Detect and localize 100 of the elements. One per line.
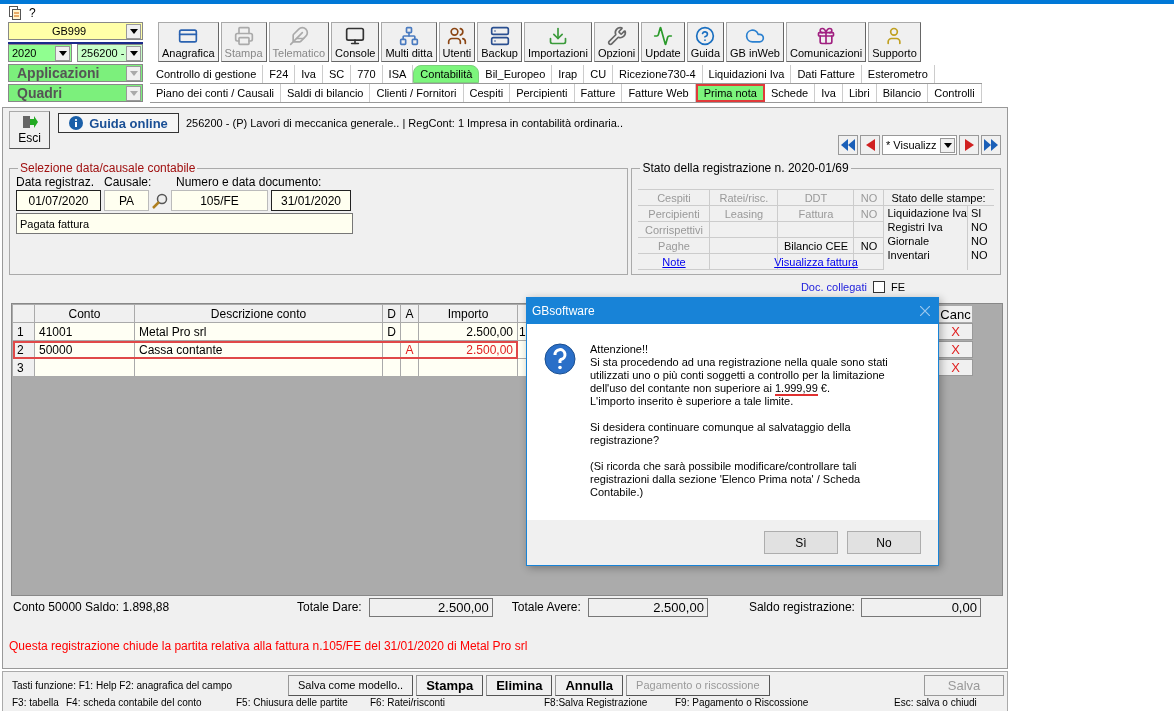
print-label: Liquidazione Iva bbox=[886, 207, 967, 219]
toolbar-button[interactable]: GB inWeb bbox=[726, 22, 784, 62]
firm-combo[interactable]: 256200 - bbox=[77, 44, 143, 62]
status-cell: Percipienti bbox=[638, 206, 711, 222]
delete-row-button[interactable]: X bbox=[938, 323, 973, 340]
table-cell bbox=[401, 323, 419, 341]
total-avere-field: 2.500,00 bbox=[587, 597, 708, 617]
module-tab[interactable]: Controllo di gestione bbox=[150, 65, 264, 83]
section-tab[interactable]: Bilancio bbox=[876, 84, 929, 102]
delete-row-button[interactable]: X bbox=[938, 359, 973, 376]
toolbar-button[interactable]: Opzioni bbox=[593, 22, 640, 62]
module-tab[interactable]: Iva bbox=[295, 65, 323, 83]
wrench-icon bbox=[606, 26, 627, 46]
help-menu[interactable]: ? bbox=[29, 6, 36, 20]
action-button[interactable]: Salva come modello.. bbox=[288, 674, 414, 696]
module-tab[interactable]: CU bbox=[584, 65, 614, 83]
module-tab[interactable]: Irap bbox=[552, 65, 585, 83]
status-link[interactable]: Visualizza fattura bbox=[774, 255, 858, 268]
module-tab[interactable]: Contabilità bbox=[413, 65, 480, 83]
next-button[interactable] bbox=[959, 135, 979, 155]
status-link[interactable]: Note bbox=[662, 255, 686, 268]
section-tab[interactable]: Iva bbox=[815, 84, 843, 102]
section-tab[interactable]: Fatture Web bbox=[622, 84, 696, 102]
help-icon bbox=[695, 26, 716, 46]
toolbar-button[interactable]: Supporto bbox=[868, 22, 921, 62]
print-label: Inventari bbox=[886, 249, 930, 261]
causale-field[interactable]: PA bbox=[104, 190, 149, 211]
total-dare-field: 2.500,00 bbox=[368, 597, 493, 617]
module-tab[interactable]: Esterometro bbox=[861, 65, 935, 83]
module-tab[interactable]: 770 bbox=[351, 65, 383, 83]
function-key-hint: F6: Ratei/risconti bbox=[370, 696, 446, 709]
sections-combo[interactable]: Quadri bbox=[8, 84, 143, 102]
delete-row-button[interactable]: X bbox=[938, 341, 973, 358]
module-tab[interactable]: SC bbox=[322, 65, 352, 83]
status-cell: Cespiti bbox=[638, 190, 711, 206]
toolbar-button[interactable]: Console bbox=[331, 22, 380, 62]
gift-icon bbox=[816, 26, 837, 46]
toolbar-button[interactable]: Backup bbox=[477, 22, 522, 62]
prints-title: Stato delle stampe: bbox=[884, 190, 994, 206]
toolbar-button[interactable]: Guida bbox=[686, 22, 725, 62]
dialog-button[interactable]: No bbox=[847, 531, 921, 554]
section-tab[interactable]: Piano dei conti / Causali bbox=[150, 84, 281, 102]
applications-combo[interactable]: Applicazioni bbox=[8, 64, 143, 82]
section-tab[interactable]: Clienti / Fornitori bbox=[370, 84, 464, 102]
last-button[interactable] bbox=[981, 135, 1001, 155]
module-tab[interactable]: F24 bbox=[263, 65, 296, 83]
account-balance: Conto 50000 Saldo: 1.898,88 bbox=[12, 600, 171, 614]
column-header: Descrizione conto bbox=[135, 305, 383, 323]
company-combo[interactable]: GB999 bbox=[8, 22, 143, 40]
causale-label: Causale: bbox=[104, 175, 153, 189]
feather-icon bbox=[288, 26, 309, 46]
description-field[interactable]: Pagata fattura bbox=[16, 213, 353, 234]
module-tab[interactable]: Dati Fatture bbox=[791, 65, 862, 83]
first-button[interactable] bbox=[838, 135, 858, 155]
balance-field: 0,00 bbox=[860, 597, 981, 617]
module-tab[interactable]: Bil_Europeo bbox=[479, 65, 553, 83]
left-triangle-icon bbox=[865, 139, 875, 151]
toolbar-button[interactable]: Multi ditta bbox=[381, 22, 437, 62]
section-tab[interactable]: Libri bbox=[842, 84, 877, 102]
server-icon bbox=[489, 26, 510, 46]
previous-button[interactable] bbox=[860, 135, 880, 155]
status-cell: DDT bbox=[778, 190, 855, 206]
status-cell: Fattura bbox=[778, 206, 855, 222]
printer-icon bbox=[233, 26, 254, 46]
toolbar-button[interactable]: Comunicazioni bbox=[786, 22, 867, 62]
section-tab[interactable]: Prima nota bbox=[695, 84, 765, 102]
search-icon[interactable] bbox=[152, 192, 168, 209]
year-combo[interactable]: 2020 bbox=[8, 44, 72, 62]
date-field[interactable]: 01/07/2020 bbox=[16, 190, 101, 211]
function-key-hint: F8:Salva Registrazione bbox=[544, 696, 648, 709]
exit-button[interactable]: Esci bbox=[9, 111, 50, 149]
section-tab[interactable]: Controlli bbox=[928, 84, 982, 102]
function-key-hint: F5: Chiusura delle partite bbox=[236, 696, 348, 709]
section-tab[interactable]: Percipienti bbox=[510, 84, 575, 102]
fe-checkbox[interactable] bbox=[872, 280, 885, 293]
action-button[interactable]: Annulla bbox=[555, 674, 624, 696]
dialog-button[interactable]: Sì bbox=[764, 531, 838, 554]
action-button[interactable]: Stampa bbox=[416, 674, 484, 696]
action-button[interactable]: Elimina bbox=[486, 674, 553, 696]
guide-button[interactable]: Guida online bbox=[58, 113, 179, 133]
filter-combo[interactable]: * Visualizz bbox=[882, 135, 957, 155]
toolbar-button[interactable]: Utenti bbox=[438, 22, 476, 62]
waveform-icon bbox=[652, 26, 673, 46]
status-cell bbox=[710, 238, 779, 254]
section-tab[interactable]: Schede bbox=[764, 84, 816, 102]
section-tab[interactable]: Saldi di bilancio bbox=[281, 84, 371, 102]
table-cell: D bbox=[383, 323, 401, 341]
fe-label: FE bbox=[890, 280, 905, 293]
toolbar-button[interactable]: Importazioni bbox=[524, 22, 592, 62]
section-tab[interactable]: Cespiti bbox=[463, 84, 511, 102]
document-number-field[interactable]: 105/FE bbox=[171, 190, 268, 211]
toolbar-button[interactable]: Update bbox=[641, 22, 685, 62]
document-stack-icon[interactable] bbox=[9, 6, 21, 20]
dialog-question: Si desidera continuare comunque al salvataggio della registrazione? bbox=[590, 421, 852, 447]
module-tab[interactable]: Ricezione730-4 bbox=[613, 65, 703, 83]
section-tab[interactable]: Fatture bbox=[574, 84, 623, 102]
toolbar-button[interactable]: Anagrafica bbox=[158, 22, 219, 62]
status-cell: Paghe bbox=[638, 238, 711, 254]
document-date-field[interactable]: 31/01/2020 bbox=[271, 190, 351, 211]
module-tab[interactable]: Liquidazioni Iva bbox=[702, 65, 792, 83]
